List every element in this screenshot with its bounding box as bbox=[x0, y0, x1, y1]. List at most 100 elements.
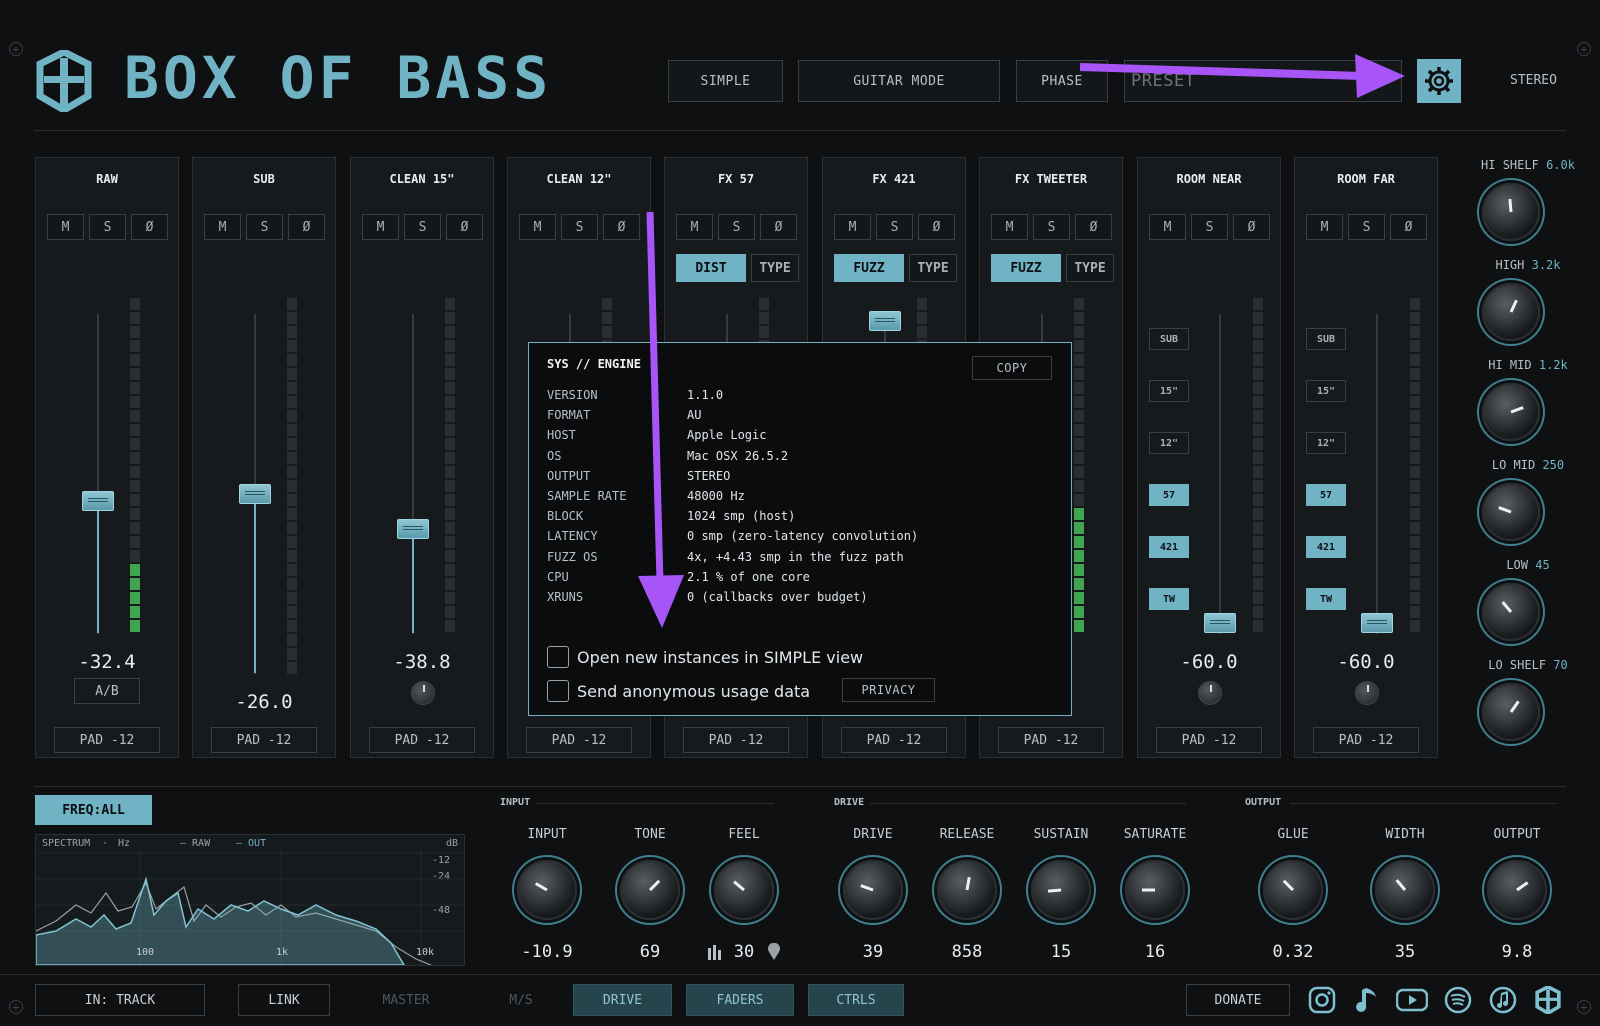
fader-handle[interactable] bbox=[82, 491, 114, 511]
route-button[interactable]: SUB bbox=[1306, 328, 1346, 350]
control-knob[interactable] bbox=[1487, 860, 1547, 920]
master-button[interactable]: MASTER bbox=[352, 984, 460, 1016]
mute-button[interactable]: M bbox=[1149, 214, 1186, 240]
solo-button[interactable]: S bbox=[246, 214, 283, 240]
mute-button[interactable]: M bbox=[47, 214, 84, 240]
phase-invert-button[interactable]: Ø bbox=[1075, 214, 1112, 240]
pan-knob[interactable] bbox=[411, 681, 435, 705]
faders-tab[interactable]: FADERS bbox=[686, 984, 794, 1016]
pad-button[interactable]: PAD -12 bbox=[54, 727, 160, 753]
route-button[interactable]: TW bbox=[1149, 588, 1189, 610]
route-button[interactable]: 421 bbox=[1306, 536, 1346, 558]
fx-mode-button[interactable]: FUZZ bbox=[834, 254, 904, 282]
eq-knob[interactable] bbox=[1482, 483, 1540, 541]
phase-invert-button[interactable]: Ø bbox=[760, 214, 797, 240]
solo-button[interactable]: S bbox=[1191, 214, 1228, 240]
donate-button[interactable]: DONATE bbox=[1186, 984, 1290, 1016]
mute-button[interactable]: M bbox=[519, 214, 556, 240]
fader-handle[interactable] bbox=[397, 519, 429, 539]
pad-button[interactable]: PAD -12 bbox=[526, 727, 632, 753]
route-button[interactable]: 12" bbox=[1149, 432, 1189, 454]
fader-track[interactable] bbox=[1219, 314, 1221, 634]
control-knob[interactable] bbox=[1125, 860, 1185, 920]
in-track-button[interactable]: IN: TRACK bbox=[35, 984, 205, 1016]
freq-all-button[interactable]: FREQ:ALL bbox=[35, 795, 152, 825]
mute-button[interactable]: M bbox=[834, 214, 871, 240]
pad-button[interactable]: PAD -12 bbox=[1313, 727, 1419, 753]
apple-music-icon[interactable] bbox=[1485, 982, 1521, 1018]
spotify-icon[interactable] bbox=[1440, 982, 1476, 1018]
solo-button[interactable]: S bbox=[404, 214, 441, 240]
fx-mode-button[interactable]: FUZZ bbox=[991, 254, 1061, 282]
simple-button[interactable]: SIMPLE bbox=[668, 60, 783, 102]
solo-button[interactable]: S bbox=[876, 214, 913, 240]
pad-button[interactable]: PAD -12 bbox=[369, 727, 475, 753]
control-knob[interactable] bbox=[1375, 860, 1435, 920]
pad-button[interactable]: PAD -12 bbox=[683, 727, 789, 753]
control-knob[interactable] bbox=[1263, 860, 1323, 920]
mute-button[interactable]: M bbox=[362, 214, 399, 240]
route-button[interactable]: 15" bbox=[1306, 380, 1346, 402]
eq-knob[interactable] bbox=[1482, 583, 1540, 641]
fader-track[interactable] bbox=[1376, 314, 1378, 634]
ms-button[interactable]: M/S bbox=[476, 984, 566, 1016]
solo-button[interactable]: S bbox=[718, 214, 755, 240]
fader-handle[interactable] bbox=[1204, 613, 1236, 633]
fx-type-button[interactable]: TYPE bbox=[1066, 254, 1114, 282]
usage-data-checkbox[interactable] bbox=[547, 680, 569, 702]
pad-button[interactable]: PAD -12 bbox=[998, 727, 1104, 753]
privacy-button[interactable]: PRIVACY bbox=[842, 678, 935, 702]
mute-button[interactable]: M bbox=[1306, 214, 1343, 240]
pad-button[interactable]: PAD -12 bbox=[211, 727, 317, 753]
youtube-icon[interactable] bbox=[1394, 982, 1430, 1018]
route-button[interactable]: 57 bbox=[1149, 484, 1189, 506]
fader-handle[interactable] bbox=[869, 311, 901, 331]
ab-button[interactable]: A/B bbox=[74, 678, 140, 704]
solo-button[interactable]: S bbox=[1033, 214, 1070, 240]
phase-button[interactable]: PHASE bbox=[1016, 60, 1108, 102]
pad-button[interactable]: PAD -12 bbox=[841, 727, 947, 753]
route-button[interactable]: 421 bbox=[1149, 536, 1189, 558]
phase-invert-button[interactable]: Ø bbox=[1233, 214, 1270, 240]
solo-button[interactable]: S bbox=[1348, 214, 1385, 240]
pan-knob[interactable] bbox=[1355, 681, 1379, 705]
link-button[interactable]: LINK bbox=[238, 984, 330, 1016]
route-button[interactable]: 57 bbox=[1306, 484, 1346, 506]
eq-knob[interactable] bbox=[1482, 183, 1540, 241]
pad-button[interactable]: PAD -12 bbox=[1156, 727, 1262, 753]
control-knob[interactable] bbox=[937, 860, 997, 920]
control-knob[interactable] bbox=[714, 860, 774, 920]
logo-icon[interactable] bbox=[1530, 982, 1566, 1018]
phase-invert-button[interactable]: Ø bbox=[918, 214, 955, 240]
solo-button[interactable]: S bbox=[89, 214, 126, 240]
mute-button[interactable]: M bbox=[204, 214, 241, 240]
phase-invert-button[interactable]: Ø bbox=[603, 214, 640, 240]
phase-invert-button[interactable]: Ø bbox=[1390, 214, 1427, 240]
solo-button[interactable]: S bbox=[561, 214, 598, 240]
fx-type-button[interactable]: TYPE bbox=[751, 254, 799, 282]
control-knob[interactable] bbox=[620, 860, 680, 920]
eq-knob[interactable] bbox=[1482, 683, 1540, 741]
pan-knob[interactable] bbox=[1198, 681, 1222, 705]
pin-icon[interactable] bbox=[767, 942, 781, 961]
drive-tab[interactable]: DRIVE bbox=[573, 984, 672, 1016]
guitar-mode-button[interactable]: GUITAR MODE bbox=[798, 60, 1000, 102]
control-knob[interactable] bbox=[517, 860, 577, 920]
settings-button[interactable] bbox=[1417, 59, 1461, 103]
control-knob[interactable] bbox=[843, 860, 903, 920]
phase-invert-button[interactable]: Ø bbox=[288, 214, 325, 240]
ctrls-tab[interactable]: CTRLS bbox=[808, 984, 904, 1016]
instagram-icon[interactable] bbox=[1304, 982, 1340, 1018]
mute-button[interactable]: M bbox=[991, 214, 1028, 240]
route-button[interactable]: 15" bbox=[1149, 380, 1189, 402]
phase-invert-button[interactable]: Ø bbox=[131, 214, 168, 240]
control-knob[interactable] bbox=[1031, 860, 1091, 920]
copy-button[interactable]: COPY bbox=[972, 356, 1052, 380]
route-button[interactable]: SUB bbox=[1149, 328, 1189, 350]
simple-view-checkbox[interactable] bbox=[547, 646, 569, 668]
mute-button[interactable]: M bbox=[676, 214, 713, 240]
fx-mode-button[interactable]: DIST bbox=[676, 254, 746, 282]
phase-invert-button[interactable]: Ø bbox=[446, 214, 483, 240]
music-note-icon[interactable] bbox=[1349, 982, 1385, 1018]
eq-knob[interactable] bbox=[1482, 283, 1540, 341]
